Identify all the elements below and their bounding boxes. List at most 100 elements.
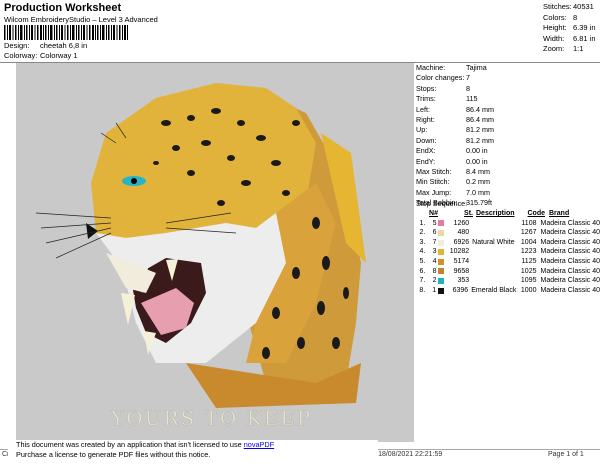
colorway-label: Colorway:	[4, 51, 38, 60]
detail-value: 0.00 in	[466, 146, 488, 156]
height-row: Height: 6.39 in	[543, 23, 596, 34]
detail-row: Machine: Tajima	[416, 63, 600, 73]
stop-index: 7.	[419, 277, 426, 285]
stitch-count: 10282	[449, 248, 470, 256]
zoom-label: Zoom:	[543, 44, 565, 54]
stop-index: 6.	[419, 267, 426, 275]
stitch-count: 1260	[453, 219, 470, 227]
color-swatch	[437, 228, 446, 238]
stop-index: 3.	[419, 238, 426, 246]
detail-row: Max Jump: 7.0 mm	[416, 188, 600, 198]
thread-code: 1025	[520, 267, 537, 275]
stitch-count: 6396	[452, 286, 469, 294]
table-row: 5. 4 5174 1125 Madeira Classic 40	[416, 257, 600, 267]
header-code: Code	[527, 210, 546, 217]
design-caption-text: YOURS TO KEEP	[110, 406, 312, 430]
colorway-row: Colorway: Colorway 1	[4, 51, 78, 60]
stop-index: 8.	[419, 286, 426, 294]
stitch-count: 480	[457, 229, 470, 237]
table-row: 2. 6 480 1267 Madeira Classic 40	[416, 228, 600, 238]
stitch-count: 6926	[453, 238, 470, 246]
colors-label: Colors:	[543, 12, 567, 22]
stop-sequence-header: N# St. Description Code Brand	[416, 209, 600, 219]
detail-value: 86.4 mm	[466, 115, 494, 125]
detail-label: Right:	[416, 115, 435, 125]
table-row: 7. 2 353 1095 Madeira Classic 40	[416, 276, 600, 286]
detail-value: 81.2 mm	[466, 125, 494, 135]
table-row: 6. 8 9658 1025 Madeira Classic 40	[416, 267, 600, 277]
thread-code: 1267	[520, 229, 537, 237]
stitch-count: 9658	[453, 267, 470, 275]
colors-row: Colors: 8	[543, 13, 596, 24]
needle-number: 2	[432, 277, 437, 285]
detail-label: EndY:	[416, 156, 436, 166]
thread-description	[469, 228, 516, 238]
colorway-value: Colorway 1	[40, 51, 78, 60]
header-stop	[416, 209, 426, 219]
needle-number: 6	[432, 229, 437, 237]
header-description: Description	[476, 210, 515, 217]
thread-description: Emerald Black	[471, 286, 517, 294]
novapdf-link[interactable]: novaPDF	[244, 440, 274, 449]
needle-number: 3	[432, 248, 437, 256]
detail-value: 7.0 mm	[466, 187, 490, 197]
thread-description	[469, 276, 516, 286]
detail-row: EndY: 0.00 in	[416, 157, 600, 167]
worksheet-title: Production Worksheet	[4, 2, 122, 14]
novapdf-notice: This document was created by an applicat…	[8, 440, 378, 464]
thread-brand: Madeira Classic 40	[540, 277, 600, 285]
detail-value: 115	[466, 94, 478, 104]
header-brand: Brand	[549, 210, 570, 217]
stop-sequence-rows: 1. 5 1260 1108 Madeira Classic 40 2. 6 480 1267 M…	[416, 219, 600, 296]
thread-code: 1108	[521, 219, 537, 227]
thread-brand: Madeira Classic 40	[540, 229, 600, 237]
detail-value: 315.79ft	[466, 198, 492, 208]
stitches-value: 40531	[573, 2, 594, 11]
detail-value: 0.2 mm	[466, 177, 490, 187]
barcode-image	[4, 25, 128, 40]
zoom-value: 1:1	[573, 44, 584, 54]
stitch-count: 5174	[453, 257, 470, 265]
table-row: 8. 1 6396 Emerald Black 1000 Madeira Classic …	[416, 286, 600, 296]
needle-number: 8	[432, 267, 437, 275]
notice-line-1: This document was created by an applicat…	[16, 440, 378, 450]
summary-panel: Stitches:40531 Colors: 8 Height: 6.39 in W…	[543, 2, 596, 55]
stitches-row: Stitches:40531	[543, 2, 596, 13]
stitch-count: 353	[457, 277, 470, 285]
colors-value: 8	[573, 12, 578, 22]
stop-index: 5.	[419, 257, 426, 265]
detail-row: Max Stitch: 8.4 mm	[416, 167, 600, 177]
color-swatch	[437, 276, 446, 286]
stop-sequence-title: Stop Sequence:	[416, 199, 468, 208]
notice-text: This document was created by an applicat…	[16, 440, 242, 449]
thread-brand: Madeira Classic 40	[540, 257, 600, 265]
detail-label: Machine:	[416, 63, 446, 72]
color-swatch	[436, 286, 445, 296]
width-value: 6.81 in	[573, 33, 596, 43]
thread-brand: Madeira Classic 40	[540, 248, 600, 256]
detail-label: Max Stitch:	[416, 167, 452, 177]
detail-row: Trims: 115	[416, 94, 600, 104]
thread-description	[469, 257, 516, 267]
thread-description	[469, 219, 516, 229]
machine-details: Machine: Tajima Color changes: 7 Stops: 8 Trim…	[416, 63, 600, 209]
color-swatch	[437, 247, 446, 257]
color-swatch	[437, 238, 446, 248]
stop-index: 2.	[419, 229, 426, 237]
stop-index: 1.	[419, 219, 426, 227]
stitches-label: Stitches:	[543, 2, 572, 11]
detail-value: Tajima	[466, 63, 487, 72]
detail-label: Min Stitch:	[416, 177, 450, 187]
software-name: Wilcom EmbroideryStudio – Level 3 Advanc…	[4, 15, 158, 24]
header-swatch	[438, 209, 448, 219]
detail-label: Stops:	[416, 83, 437, 93]
detail-label: Up:	[416, 125, 428, 135]
detail-value: 0.00 in	[466, 156, 488, 166]
detail-value: 7	[466, 73, 470, 83]
stop-sequence-table: N# St. Description Code Brand 1. 5 1260 110…	[416, 209, 600, 295]
thread-code: 1004	[520, 238, 537, 246]
zoom-row: Zoom: 1:1	[543, 44, 596, 55]
cheetah-embroidery-image: YOURS TO KEEP	[35, 83, 366, 430]
color-swatch	[437, 267, 446, 277]
height-label: Height:	[543, 23, 567, 33]
